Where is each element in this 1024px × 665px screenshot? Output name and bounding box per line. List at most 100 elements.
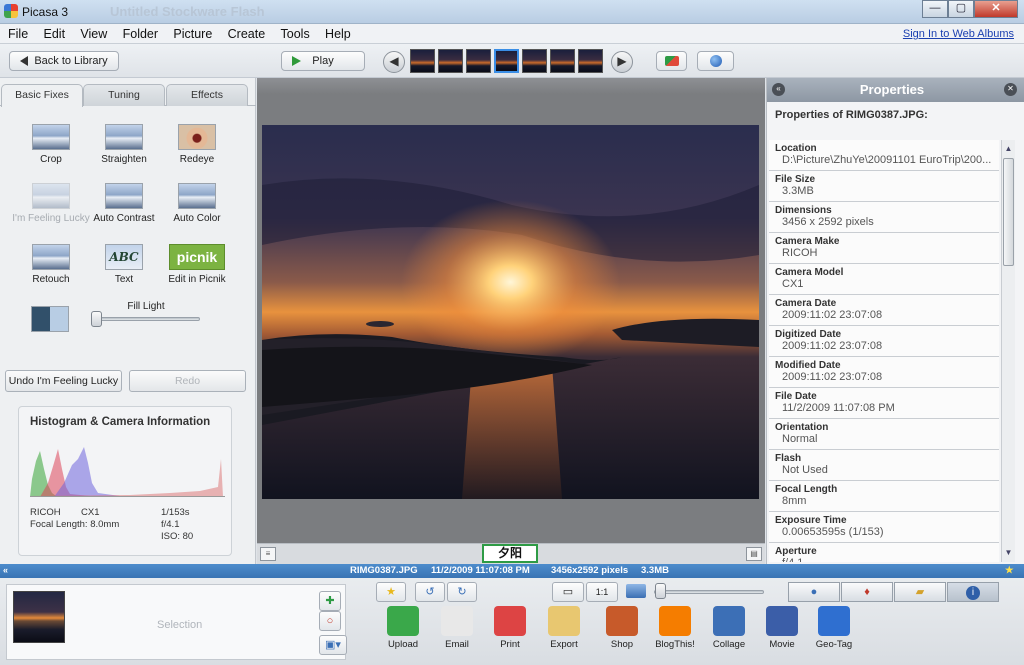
menu-help[interactable]: Help (319, 24, 357, 44)
web-globe-button[interactable] (697, 51, 734, 71)
redeye-tool[interactable]: Redeye (157, 124, 237, 165)
property-label: Dimensions (775, 205, 832, 216)
menu-folder[interactable]: Folder (117, 24, 164, 44)
caption-bar: ≡ 夕阳 ▤ (257, 543, 765, 564)
sign-in-link[interactable]: Sign In to Web Albums (903, 28, 1014, 40)
caption-note-icon[interactable]: ≡ (260, 547, 276, 561)
property-label: File Size (775, 174, 816, 185)
property-row: File Size 3.3MB (769, 171, 999, 202)
geo-tag-button[interactable]: Geo-Tag (808, 606, 860, 650)
minimize-button[interactable]: — (922, 0, 948, 18)
clear-selection-button[interactable]: ○ (319, 611, 341, 631)
auto-color-label: Auto Color (173, 213, 221, 224)
property-value: 11/2/2009 11:07:08 PM (782, 402, 895, 414)
add-to-album-button[interactable]: ▣▾ (319, 635, 347, 655)
menu-tools[interactable]: Tools (275, 24, 316, 44)
retouch-tool[interactable]: Retouch (11, 244, 91, 285)
scrollbar-thumb[interactable] (1003, 158, 1014, 266)
menu-edit[interactable]: Edit (38, 24, 72, 44)
tab-tuning[interactable]: Tuning (83, 84, 165, 106)
filmstrip-thumbnail[interactable] (550, 49, 575, 73)
zoom-slider-track[interactable] (654, 590, 764, 594)
properties-header: « Properties ✕ (767, 78, 1024, 102)
filmstrip-thumbnail[interactable] (578, 49, 603, 73)
tab-effects[interactable]: Effects (166, 84, 248, 106)
property-value: 8mm (782, 495, 807, 507)
property-value: Not Used (782, 464, 828, 476)
menu-view[interactable]: View (74, 24, 113, 44)
edit-tools-button[interactable] (656, 51, 687, 71)
zoom-icon (626, 584, 646, 598)
property-row: Focal Length 8mm (769, 481, 999, 512)
play-icon (292, 56, 301, 66)
star-icon: ★ (386, 586, 396, 598)
photo-caption[interactable]: 夕阳 (482, 544, 538, 563)
crop-tool[interactable]: Crop (11, 124, 91, 165)
auto-color-tool[interactable]: Auto Color (157, 183, 237, 224)
star-photo-button[interactable]: ★ (376, 582, 406, 602)
selected-photo-thumbnail[interactable] (13, 591, 65, 643)
menu-create[interactable]: Create (222, 24, 272, 44)
people-tab[interactable]: ● (788, 582, 840, 602)
close-window-button[interactable]: ✕ (974, 0, 1018, 18)
property-value: D:\Picture\ZhuYe\20091101 EuroTrip\200..… (782, 154, 992, 166)
filmstrip-thumbnail-selected[interactable] (494, 49, 519, 73)
upload-button[interactable]: Upload (377, 606, 429, 650)
scroll-down-icon[interactable]: ▼ (1003, 546, 1014, 560)
edit-in-picnik-tool[interactable]: picnik Edit in Picnik (157, 244, 237, 285)
next-photo-button[interactable]: ▶ (611, 51, 633, 73)
collage-button[interactable]: Collage (703, 606, 755, 650)
share-button-label: Geo-Tag (815, 639, 853, 650)
rotate-right-button[interactable]: ↻ (447, 582, 477, 602)
email-icon (441, 606, 473, 636)
actual-size-button[interactable]: 1:1 (586, 582, 618, 602)
fill-light-slider-track[interactable] (92, 317, 200, 321)
filmstrip-thumbnail[interactable] (522, 49, 547, 73)
status-size: 3.3MB (641, 565, 669, 576)
email-button[interactable]: Email (431, 606, 483, 650)
edit-panel: Basic Fixes Tuning Effects Crop Straight… (0, 78, 256, 564)
tags-tab[interactable]: ▰ (894, 582, 946, 602)
properties-scrollbar[interactable]: ▲ ▼ (1001, 140, 1015, 562)
focal-length-value: Focal Length: 8.0mm (30, 519, 120, 530)
main-photo[interactable] (262, 125, 759, 499)
scroll-up-icon[interactable]: ▲ (1003, 142, 1014, 156)
back-to-library-button[interactable]: Back to Library (9, 51, 119, 71)
play-button[interactable]: Play (281, 51, 365, 71)
maximize-button[interactable]: ▢ (948, 0, 974, 18)
fill-light-slider-handle[interactable] (91, 311, 102, 327)
undo-button[interactable]: Undo I'm Feeling Lucky (5, 370, 122, 392)
export-button[interactable]: Export (538, 606, 590, 650)
star-icon[interactable]: ★ (1005, 565, 1014, 576)
rotate-left-button[interactable]: ↺ (415, 582, 445, 602)
filmstrip-thumbnail[interactable] (466, 49, 491, 73)
menu-picture[interactable]: Picture (167, 24, 218, 44)
auto-contrast-tool[interactable]: Auto Contrast (84, 183, 164, 224)
tab-basic-fixes[interactable]: Basic Fixes (1, 84, 83, 107)
print-button[interactable]: Print (484, 606, 536, 650)
iso-value: ISO: 80 (161, 531, 194, 542)
menu-file[interactable]: File (2, 24, 34, 44)
shop-button[interactable]: Shop (596, 606, 648, 650)
straighten-tool[interactable]: Straighten (84, 124, 164, 165)
previous-photo-button[interactable]: ◀ (383, 51, 405, 73)
places-tab[interactable]: ♦ (841, 582, 893, 602)
filmstrip-thumbnail[interactable] (410, 49, 435, 73)
zoom-slider-handle[interactable] (655, 583, 666, 599)
share-button-label: Shop (610, 639, 634, 650)
hold-pin-button[interactable]: ✚ (319, 591, 341, 611)
property-label: Camera Make (775, 236, 840, 247)
status-collapse-icon[interactable]: « (3, 565, 8, 575)
text-tool[interactable]: ABC Text (84, 244, 164, 285)
property-row: Camera Date 2009:11:02 23:07:08 (769, 295, 999, 326)
play-label: Play (312, 55, 334, 67)
straighten-label: Straighten (101, 154, 147, 165)
movie-button[interactable]: Movie (756, 606, 808, 650)
blogthis-button[interactable]: BlogThis! (649, 606, 701, 650)
properties-tab[interactable]: i (947, 582, 999, 602)
filmstrip-thumbnail[interactable] (438, 49, 463, 73)
close-panel-icon[interactable]: ✕ (1004, 83, 1017, 96)
trash-icon[interactable]: ▤ (746, 547, 762, 561)
fit-view-button[interactable]: ▭ (552, 582, 584, 602)
collage-icon (713, 606, 745, 636)
